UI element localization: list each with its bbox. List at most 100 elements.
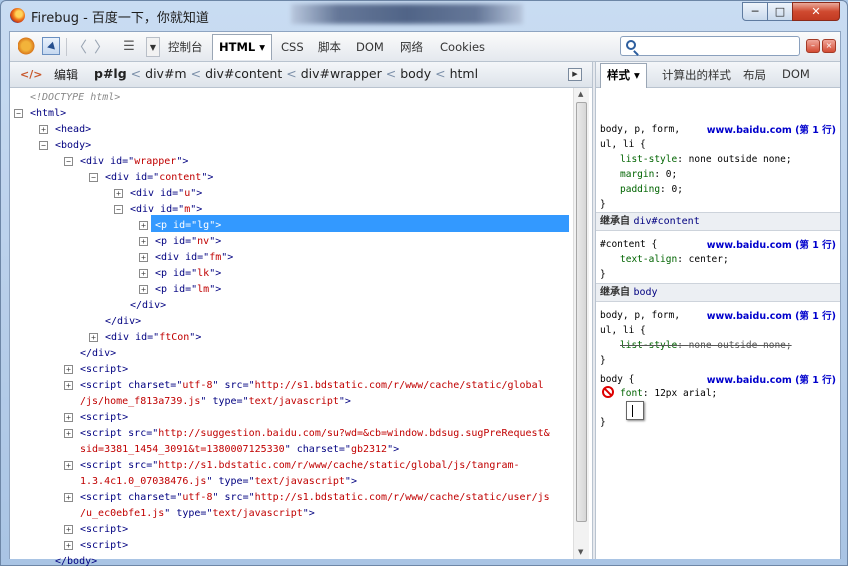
tree-line-selected[interactable]: + <p id="lg"> xyxy=(139,218,221,234)
css-property[interactable]: text-align: center; xyxy=(620,252,729,267)
css-rule-close: } xyxy=(600,269,606,280)
tree-line[interactable]: + <script> xyxy=(64,410,128,426)
tree-line[interactable]: − <div id="m"> xyxy=(114,202,202,218)
css-source-link[interactable]: www.baidu.com (第 1 行) xyxy=(707,308,836,322)
tree-line[interactable]: + <head> xyxy=(39,122,91,138)
tab-style[interactable]: 样式 ▾ xyxy=(600,63,647,88)
css-rule-close: } xyxy=(600,199,606,210)
css-source-link[interactable]: www.baidu.com (第 1 行) xyxy=(707,122,836,136)
css-source-link[interactable]: www.baidu.com (第 1 行) xyxy=(707,372,836,386)
expand-toggle-icon: + xyxy=(64,428,73,438)
tab-html[interactable]: HTML ▾ xyxy=(212,34,273,60)
inspect-element-icon[interactable] xyxy=(42,37,60,55)
html-panel: <!DOCTYPE html> − <html> + <head> − <body> … xyxy=(10,88,592,566)
search-input[interactable] xyxy=(620,36,800,56)
css-source-link[interactable]: www.baidu.com (第 1 行) xyxy=(707,237,836,251)
scroll-up-arrow-icon[interactable]: ▲ xyxy=(578,90,583,98)
expand-toggle-icon: + xyxy=(89,332,98,342)
breadcrumb-item[interactable]: div#m xyxy=(145,66,186,81)
toggle-side-panel-button[interactable]: ▶ xyxy=(568,68,582,81)
tree-line[interactable]: + <script charset="utf-8" src="http://s1.… xyxy=(64,378,544,394)
collapse-toggle-icon: − xyxy=(114,204,123,214)
css-rule-close: } xyxy=(600,417,606,428)
tree-line[interactable]: − <div id="content"> xyxy=(89,170,213,186)
tree-line[interactable]: + <script> xyxy=(64,538,128,554)
breadcrumb-item[interactable]: div#content xyxy=(205,66,282,81)
tab-console[interactable]: 控制台 xyxy=(162,37,209,57)
tab-side-dom[interactable]: DOM xyxy=(782,67,810,81)
expand-toggle-icon: + xyxy=(64,380,73,390)
expand-toggle-icon: + xyxy=(64,540,73,550)
close-window-button[interactable]: ✕ xyxy=(792,2,840,21)
tree-line[interactable]: − <body> xyxy=(39,138,91,154)
css-selector: #content { xyxy=(600,239,658,250)
breadcrumb-item[interactable]: p#lg xyxy=(94,66,127,81)
html-panel-scrollbar[interactable]: ▲ ▼ xyxy=(573,88,589,559)
tree-line: <!DOCTYPE html> xyxy=(30,92,121,103)
tree-line: </body> xyxy=(55,556,98,566)
tree-line: /js/home_f813a739.js" type="text/javascr… xyxy=(80,396,351,407)
tab-computed-style[interactable]: 计算出的样式 xyxy=(662,67,731,83)
tree-line[interactable]: − <html> xyxy=(14,106,66,122)
collapse-toggle-icon: − xyxy=(64,156,73,166)
tree-line[interactable]: + <script charset="utf-8" src="http://s1.… xyxy=(64,490,550,506)
edit-button[interactable]: 编辑 xyxy=(54,66,78,83)
tree-line[interactable]: + <script> xyxy=(64,522,128,538)
tree-line[interactable]: + <div id="ftCon"> xyxy=(89,330,201,346)
close-firebug-button[interactable]: × xyxy=(822,39,836,53)
tab-net[interactable]: 网络 xyxy=(394,37,429,57)
breadcrumb-item[interactable]: body xyxy=(400,66,431,81)
breadcrumb-item[interactable]: div#wrapper xyxy=(301,66,382,81)
breadcrumb-item[interactable]: html xyxy=(450,66,478,81)
inherited-header: 继承自 body xyxy=(596,283,840,302)
disable-property-icon[interactable] xyxy=(602,386,614,398)
css-property[interactable]: padding: 0; xyxy=(620,182,683,197)
tree-line[interactable]: + <script src="http://s1.bdstatic.com/r/w… xyxy=(64,458,520,474)
tab-cookies[interactable]: Cookies xyxy=(434,37,491,57)
tab-script[interactable]: 脚本 xyxy=(312,37,347,57)
collapse-toggle-icon: − xyxy=(89,172,98,182)
css-property[interactable]: font: 12px arial; xyxy=(620,386,717,401)
tab-dom[interactable]: DOM xyxy=(350,37,390,57)
back-arrow-icon[interactable]: 〈 xyxy=(72,37,87,57)
search-icon xyxy=(626,40,636,50)
tree-line[interactable]: − <div id="wrapper"> xyxy=(64,154,188,170)
tree-line[interactable]: + <p id="nv"> xyxy=(139,234,221,250)
panel-menu-dropdown[interactable]: ▼ xyxy=(146,37,160,57)
maximize-button[interactable]: □ xyxy=(767,2,793,21)
tree-line[interactable]: + <div id="fm"> xyxy=(139,250,233,266)
firebug-menu-icon[interactable] xyxy=(18,37,38,55)
scroll-down-arrow-icon[interactable]: ▼ xyxy=(578,548,583,556)
scrollbar-thumb[interactable] xyxy=(576,102,587,522)
expand-toggle-icon: + xyxy=(39,124,48,134)
panel-menu-icon[interactable]: ☰ xyxy=(118,37,140,57)
side-panel-tabs: 样式 ▾ 计算出的样式 布局 DOM xyxy=(596,62,840,88)
new-property-editor[interactable] xyxy=(626,401,644,420)
tree-line[interactable]: + <p id="lk"> xyxy=(139,266,221,282)
tree-line[interactable]: + <p id="lm"> xyxy=(139,282,221,298)
tab-layout[interactable]: 布局 xyxy=(743,67,766,83)
tree-line[interactable]: + <script> xyxy=(64,362,128,378)
tree-line[interactable]: + <script src="http://suggestion.baidu.co… xyxy=(64,426,550,442)
forward-arrow-icon[interactable]: 〉 xyxy=(94,37,109,57)
expand-toggle-icon: + xyxy=(139,236,148,246)
minimize-button[interactable]: ─ xyxy=(742,2,768,21)
tree-line: </div> xyxy=(130,300,167,311)
expand-toggle-icon: + xyxy=(64,412,73,422)
expand-toggle-icon: + xyxy=(139,252,148,262)
tree-line[interactable]: + <div id="u"> xyxy=(114,186,202,202)
css-property[interactable]: margin: 0; xyxy=(620,167,677,182)
firefox-icon xyxy=(10,8,25,23)
tab-css[interactable]: CSS xyxy=(275,37,310,57)
main-toolbar: 〈 〉 ☰ ▼ 控制台 HTML ▾ CSS 脚本 DOM 网络 Cookies… xyxy=(10,32,840,62)
expand-toggle-icon: + xyxy=(64,492,73,502)
tree-line: 1.3.4c1.0_07038476.js" type="text/javasc… xyxy=(80,476,357,487)
css-rule-close: } xyxy=(600,355,606,366)
tree-line: </div> xyxy=(80,348,117,359)
html-breadcrumb-bar: </> 编辑 p#lg < div#m < div#content < div#wrappe… xyxy=(10,62,592,88)
style-panel: body, p, form, www.baidu.com (第 1 行) ul,… xyxy=(596,88,840,559)
css-property[interactable]: list-style: none outside none; xyxy=(620,152,792,167)
window-title: Firebug - 百度一下，你就知道 xyxy=(31,11,209,26)
minimize-firebug-button[interactable]: – xyxy=(806,39,820,53)
css-property-overridden[interactable]: list-style: none outside none; xyxy=(620,338,792,353)
